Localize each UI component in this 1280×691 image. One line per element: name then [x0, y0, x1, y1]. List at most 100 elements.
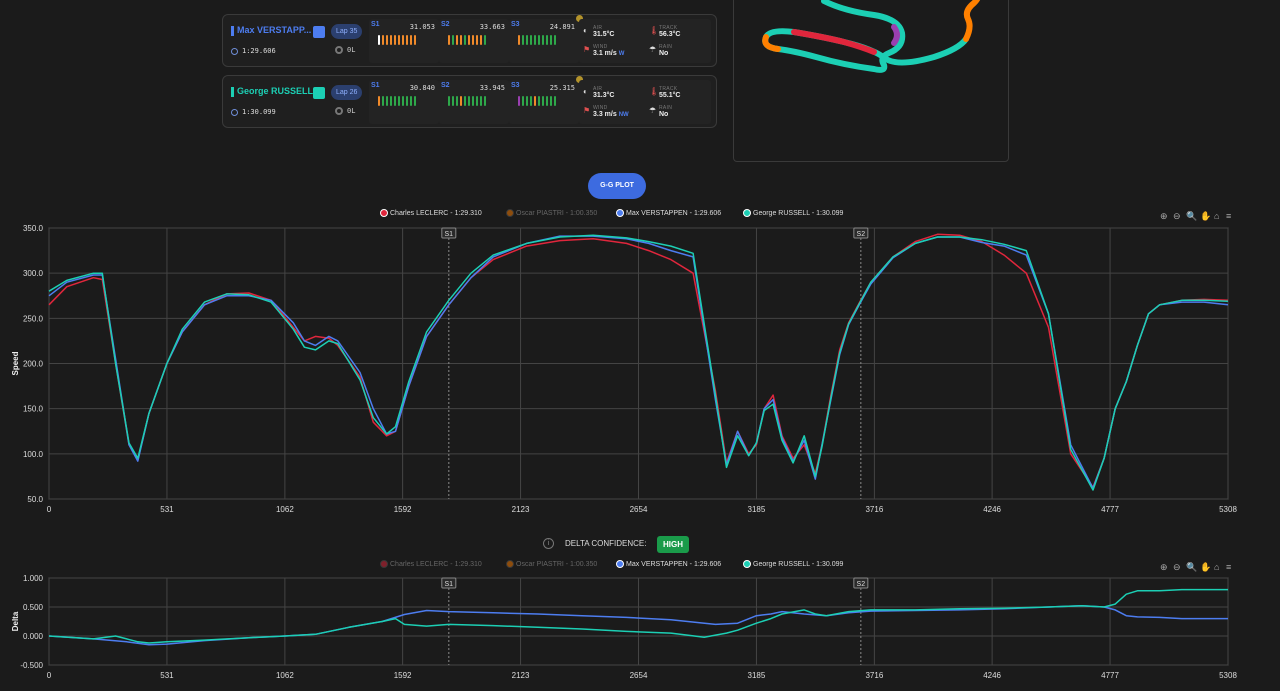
lap-badge[interactable]: Lap 26: [331, 85, 363, 100]
zoom-out-icon[interactable]: ⊖: [1173, 211, 1181, 222]
driver-name-text: Max VERSTAPP...: [237, 25, 312, 35]
track-path-purple: [891, 24, 900, 46]
mini-sector-bar: [522, 96, 524, 106]
legend-marker: [506, 560, 514, 568]
mini-sector-bar: [410, 96, 412, 106]
mini-sector-bar: [464, 96, 466, 106]
track-map-svg: [762, 0, 981, 73]
driver-color-swatch[interactable]: [313, 26, 325, 38]
mini-sector-bar: [464, 35, 466, 45]
lap-time: 1:30.099: [231, 108, 276, 116]
legend-marker: [743, 209, 751, 217]
legend-item[interactable]: Charles LECLERC - 1:29.310: [380, 209, 482, 217]
driver-card-russell: George RUSSELL Lap 26 1:30.099 0L S1 30.8…: [222, 75, 717, 128]
legend-marker: [506, 209, 514, 217]
mini-sector-bar: [410, 35, 412, 45]
legend-label: George RUSSELL - 1:30.099: [753, 560, 844, 568]
lap-badge[interactable]: Lap 35: [331, 24, 363, 39]
reset-home-icon[interactable]: ⌂: [1214, 211, 1219, 221]
mini-sectors: [378, 96, 418, 106]
tyre-icon: [335, 46, 343, 54]
pan-hand-icon[interactable]: ✋: [1200, 211, 1211, 222]
mini-sector-bar: [526, 35, 528, 45]
driver-color-bar: [231, 25, 234, 36]
x-tick-label: 2654: [630, 505, 648, 514]
wind-flag-icon: ⚑: [583, 106, 591, 115]
info-icon[interactable]: i: [543, 538, 554, 549]
legend-item[interactable]: Max VERSTAPPEN - 1:29.606: [616, 560, 721, 568]
mini-sector-bar: [534, 96, 536, 106]
menu-icon[interactable]: ≡: [1226, 211, 1231, 221]
sun-icon: ◐: [583, 26, 588, 35]
track-value: 55.1°C: [659, 92, 681, 99]
delta-confidence-badge: HIGH: [657, 536, 689, 553]
legend-item[interactable]: George RUSSELL - 1:30.099: [743, 560, 843, 568]
legend-item[interactable]: George RUSSELL - 1:30.099: [743, 209, 843, 217]
legend-label: Max VERSTAPPEN - 1:29.606: [626, 560, 722, 568]
mini-sector-bar: [406, 35, 408, 45]
speed-chart[interactable]: 50.0 100.0 150.0 200.0 250.0 300.0 350.0 0 531 10…: [0, 222, 1280, 522]
legend-item[interactable]: Charles LECLERC - 1:29.310: [380, 560, 482, 568]
x-tick-label: 531: [160, 505, 174, 514]
zoom-select-icon[interactable]: 🔍: [1186, 562, 1197, 573]
mini-sector-bar: [522, 35, 524, 45]
track-map[interactable]: [733, 0, 1009, 162]
legend-item[interactable]: Oscar PIASTRI - 1:00.350: [506, 209, 597, 217]
driver-name[interactable]: Max VERSTAPP...: [231, 25, 311, 36]
mini-sector-bar: [456, 96, 458, 106]
delta-chart[interactable]: -0.500 0.000 0.500 1.000 0 531 1062 1592 2123 265…: [0, 573, 1280, 691]
zoom-in-icon[interactable]: ⊕: [1160, 211, 1168, 222]
sector-time: 24.891: [549, 23, 575, 31]
mini-sector-bar: [542, 35, 544, 45]
weather-panel: ◐ AIR 31.5°C 🌡 TRACK 56.3°C ⚑ WIND 3.1 m/s W ☂…: [579, 19, 711, 63]
mini-sector-bar: [530, 96, 532, 106]
y-axis-label: Speed: [11, 351, 20, 375]
zoom-select-icon[interactable]: 🔍: [1186, 211, 1197, 222]
tyre-icon: [335, 107, 343, 115]
reset-home-icon[interactable]: ⌂: [1214, 562, 1219, 572]
pan-hand-icon[interactable]: ✋: [1200, 562, 1211, 573]
wind-value: 3.3 m/s: [593, 111, 617, 118]
y-axis-label: Delta: [11, 611, 20, 631]
mini-sector-bar: [398, 96, 400, 106]
mini-sector-bar: [468, 96, 470, 106]
sector-label: S1: [371, 82, 380, 89]
track-temp: 🌡 TRACK 56.3°C: [649, 25, 680, 38]
mini-sector-bar: [394, 96, 396, 106]
x-tick-label: 4246: [983, 505, 1001, 514]
x-tick-label: 1062: [276, 505, 294, 514]
thermometer-icon: 🌡: [649, 26, 660, 35]
mini-sector-bar: [386, 96, 388, 106]
mini-sector-bar: [390, 96, 392, 106]
lap-time: 1:29.606: [231, 47, 276, 55]
legend-item[interactable]: Oscar PIASTRI - 1:00.350: [506, 560, 597, 568]
y-tick-label: 250.0: [23, 314, 44, 323]
mini-sector-bar: [542, 96, 544, 106]
zoom-in-icon[interactable]: ⊕: [1160, 562, 1168, 573]
mini-sector-bar: [484, 35, 486, 45]
sector-time: 33.663: [479, 23, 505, 31]
mini-sector-bar: [472, 96, 474, 106]
mini-sector-bar: [460, 96, 462, 106]
gg-plot-button[interactable]: G-G PLOT: [588, 173, 646, 199]
sector-label: S2: [441, 21, 450, 28]
mini-sectors: [448, 35, 488, 45]
zoom-out-icon[interactable]: ⊖: [1173, 562, 1181, 573]
mini-sectors: [378, 35, 418, 45]
sector-3: S3 25.315: [509, 76, 583, 124]
driver-name-text: George RUSSELL: [237, 86, 314, 96]
legend-item[interactable]: Max VERSTAPPEN - 1:29.606: [616, 209, 721, 217]
air-value: 31.3°C: [593, 92, 615, 99]
rain: ☂ RAIN No: [649, 105, 672, 118]
menu-icon[interactable]: ≡: [1226, 562, 1231, 572]
sector-label: S3: [511, 82, 520, 89]
speed-legend: Charles LECLERC - 1:29.310 Oscar PIASTRI …: [380, 209, 860, 221]
legend-label: Max VERSTAPPEN - 1:29.606: [626, 209, 722, 217]
wind-flag-icon: ⚑: [583, 45, 591, 54]
driver-name[interactable]: George RUSSELL: [231, 86, 313, 97]
rain-value: No: [659, 50, 669, 57]
driver-color-swatch[interactable]: [313, 87, 325, 99]
delta-confidence-label: DELTA CONFIDENCE:: [565, 539, 647, 548]
mini-sectors: [518, 96, 558, 106]
legend-marker: [743, 560, 751, 568]
